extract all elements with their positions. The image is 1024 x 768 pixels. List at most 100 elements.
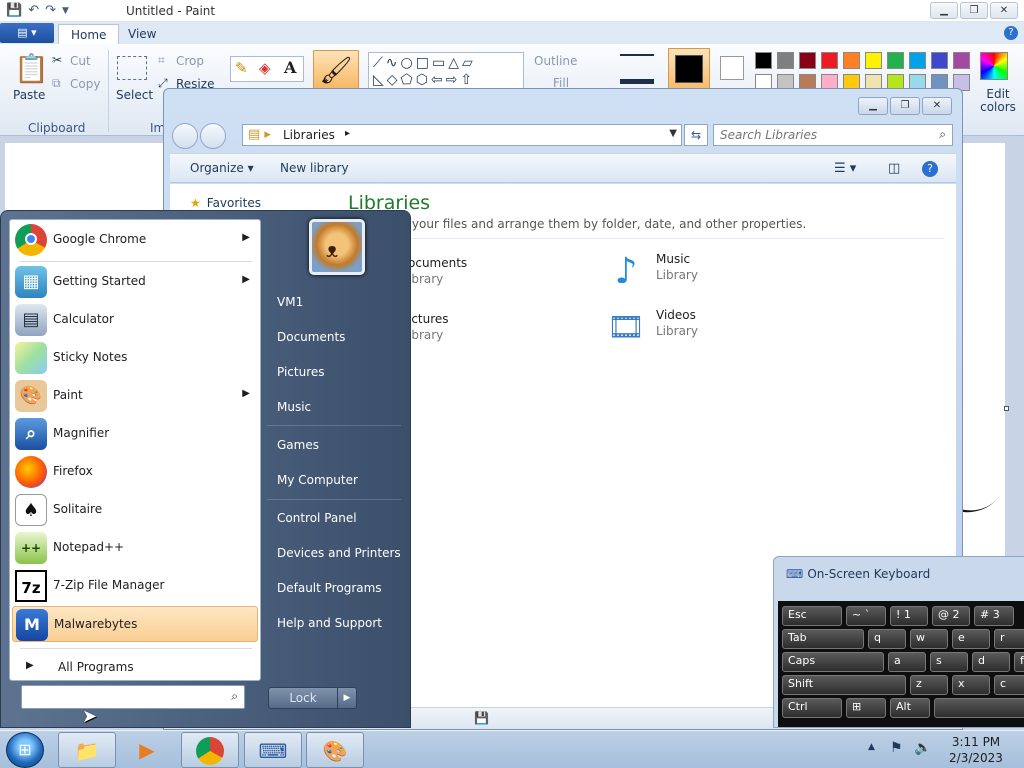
- explorer-help-icon[interactable]: ?: [922, 161, 938, 177]
- start-right-documents[interactable]: Documents: [267, 323, 405, 351]
- key-2[interactable]: @ 2: [932, 606, 970, 626]
- key-r[interactable]: r: [994, 629, 1024, 649]
- key-tab[interactable]: Tab: [782, 629, 864, 649]
- submenu-arrow-icon[interactable]: ▶: [242, 232, 250, 243]
- start-right-music[interactable]: Music: [267, 393, 405, 421]
- program-notepad-plus-plus[interactable]: ++ Notepad++: [12, 530, 258, 566]
- key-1[interactable]: ! 1: [890, 606, 928, 626]
- start-right-pictures[interactable]: Pictures: [267, 358, 405, 386]
- show-hidden-icons[interactable]: ▲: [868, 742, 875, 752]
- brushes-icon[interactable]: 🖌: [313, 50, 359, 90]
- view-options-icon[interactable]: ☰ ▾: [834, 161, 856, 176]
- pencil-icon[interactable]: ✎: [235, 59, 248, 77]
- palette-color-yellow[interactable]: [865, 52, 882, 69]
- start-right-vm1[interactable]: VM1: [267, 288, 405, 316]
- lock-options-arrow-icon[interactable]: ▶: [337, 687, 357, 709]
- tab-home[interactable]: Home: [58, 24, 120, 44]
- undo-icon[interactable]: ↶: [28, 3, 39, 18]
- key-ctrl[interactable]: Ctrl: [782, 698, 842, 718]
- help-icon[interactable]: ?: [1004, 26, 1018, 40]
- key-c[interactable]: c: [994, 675, 1024, 695]
- key-caps[interactable]: Caps: [782, 652, 884, 672]
- outline-button[interactable]: Outline: [534, 54, 577, 68]
- copy-button[interactable]: Copy: [70, 77, 100, 91]
- canvas-resize-handle[interactable]: [1004, 406, 1009, 411]
- shapes-gallery[interactable]: ⟋∿○□▭△▱ ◺◇⬠⬡⇦⇨⇧: [368, 52, 524, 92]
- palette-color-green[interactable]: [887, 52, 904, 69]
- palette-color-darkred[interactable]: [799, 52, 816, 69]
- start-search-icon[interactable]: ⌕: [231, 689, 238, 704]
- explorer-close-button[interactable]: ✕: [922, 97, 952, 115]
- submenu-arrow-icon[interactable]: ▶: [242, 274, 250, 285]
- program-sticky-notes[interactable]: Sticky Notes: [12, 340, 258, 376]
- edit-colors-button[interactable]: Edit colors: [978, 88, 1018, 114]
- redo-icon[interactable]: ↷: [45, 3, 56, 18]
- program-calculator[interactable]: ▤ Calculator: [12, 302, 258, 338]
- maximize-button[interactable]: ❐: [960, 2, 988, 19]
- breadcrumb-arrow-icon[interactable]: ▸: [345, 128, 350, 139]
- address-dropdown-icon[interactable]: ▼: [669, 128, 677, 139]
- submenu-arrow-icon[interactable]: ▶: [242, 388, 250, 399]
- key-space[interactable]: [934, 698, 1024, 718]
- organize-button[interactable]: Organize ▾: [190, 161, 254, 175]
- qat-dropdown-icon[interactable]: ▼: [62, 6, 69, 16]
- size-icon[interactable]: [620, 54, 654, 84]
- forward-button[interactable]: [200, 123, 226, 149]
- start-right-my-computer[interactable]: My Computer: [267, 466, 405, 494]
- new-library-button[interactable]: New library: [280, 161, 349, 175]
- key-x[interactable]: x: [952, 675, 990, 695]
- paste-icon[interactable]: 📋: [14, 52, 49, 85]
- start-button[interactable]: ⊞: [6, 732, 44, 768]
- key-esc[interactable]: Esc: [782, 606, 842, 626]
- start-right-help-support[interactable]: Help and Support: [267, 609, 405, 637]
- palette-color-orange[interactable]: [843, 52, 860, 69]
- refresh-button[interactable]: ⇆: [684, 124, 708, 146]
- taskbar-explorer[interactable]: 📁: [58, 732, 116, 768]
- program-getting-started[interactable]: ▦ Getting Started ▶: [12, 264, 258, 300]
- key-f[interactable]: f: [1014, 652, 1024, 672]
- key-tilde[interactable]: ~ `: [846, 606, 886, 626]
- explorer-search-input[interactable]: [720, 126, 920, 144]
- start-search-input[interactable]: [28, 687, 218, 707]
- taskbar-paint[interactable]: 🎨: [306, 732, 364, 768]
- color2-swatch[interactable]: [720, 56, 744, 80]
- start-right-games[interactable]: Games: [267, 431, 405, 459]
- explorer-minimize-button[interactable]: ▁: [858, 97, 888, 115]
- program-malwarebytes[interactable]: M Malwarebytes: [12, 606, 258, 642]
- key-s[interactable]: s: [930, 652, 968, 672]
- start-right-devices-printers[interactable]: Devices and Printers: [267, 539, 405, 567]
- key-a[interactable]: a: [888, 652, 926, 672]
- user-avatar[interactable]: ᴥ: [309, 219, 365, 275]
- preview-pane-icon[interactable]: ◫: [888, 161, 900, 176]
- program-7zip[interactable]: 7z 7-Zip File Manager: [12, 568, 258, 604]
- key-q[interactable]: q: [868, 629, 906, 649]
- action-center-flag-icon[interactable]: ⚑: [890, 740, 903, 756]
- back-button[interactable]: [172, 123, 198, 149]
- program-magnifier[interactable]: ⌕ Magnifier: [12, 416, 258, 452]
- paint-menu-button[interactable]: ▤ ▾: [0, 23, 54, 43]
- all-programs-button[interactable]: ▶ All Programs: [20, 658, 252, 678]
- key-w[interactable]: w: [910, 629, 948, 649]
- palette-color-turquoise[interactable]: [909, 52, 926, 69]
- palette-color-gray[interactable]: [777, 52, 794, 69]
- key-alt[interactable]: Alt: [890, 698, 930, 718]
- taskbar-media-player[interactable]: ▶: [118, 732, 176, 768]
- program-solitaire[interactable]: ♠ Solitaire: [12, 492, 258, 528]
- program-firefox[interactable]: Firefox: [12, 454, 258, 490]
- nav-favorites[interactable]: ★ Favorites: [190, 196, 261, 210]
- select-button[interactable]: Select: [116, 88, 153, 102]
- key-windows[interactable]: ⊞: [846, 698, 886, 718]
- paste-button[interactable]: Paste: [13, 88, 45, 102]
- palette-color-red[interactable]: [821, 52, 838, 69]
- tab-view[interactable]: View: [116, 24, 168, 44]
- program-google-chrome[interactable]: Google Chrome ▶: [12, 222, 258, 258]
- close-button[interactable]: ✕: [990, 2, 1018, 19]
- lock-button[interactable]: Lock: [268, 687, 338, 709]
- minimize-button[interactable]: ▁: [930, 2, 958, 19]
- taskbar-on-screen-keyboard[interactable]: ⌨: [244, 732, 302, 768]
- text-icon[interactable]: A: [284, 58, 296, 77]
- palette-color-indigo[interactable]: [931, 52, 948, 69]
- taskbar-chrome[interactable]: [181, 732, 239, 768]
- key-e[interactable]: e: [952, 629, 990, 649]
- palette-color-purple[interactable]: [953, 52, 970, 69]
